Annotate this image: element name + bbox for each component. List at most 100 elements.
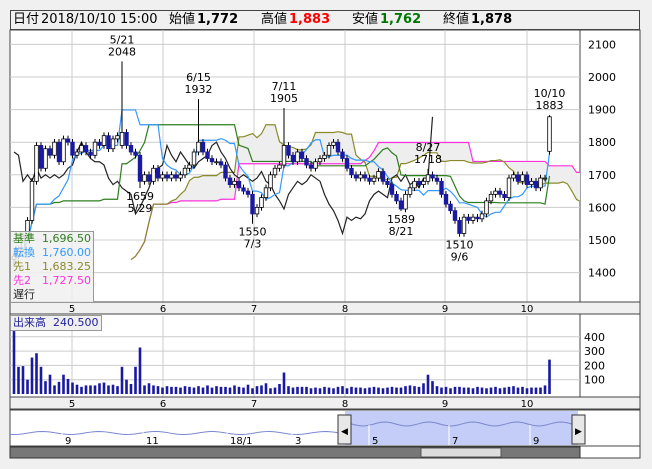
volume-bar bbox=[197, 386, 200, 394]
month-label: 7 bbox=[251, 304, 257, 315]
month-label: 5 bbox=[69, 304, 75, 315]
candle bbox=[245, 190, 251, 195]
candle bbox=[412, 180, 417, 189]
volume-bar bbox=[390, 386, 394, 394]
legend-label: 基準 bbox=[13, 232, 35, 245]
month-label: 9 bbox=[442, 304, 448, 315]
candle bbox=[38, 145, 44, 169]
volume-bar bbox=[156, 386, 160, 394]
volume-bar bbox=[539, 387, 542, 394]
navigator-label: 7 bbox=[452, 436, 458, 447]
candle bbox=[263, 187, 269, 199]
candle bbox=[281, 145, 287, 166]
volume-bar bbox=[102, 382, 106, 394]
candle bbox=[304, 158, 309, 166]
candle bbox=[461, 216, 467, 234]
chart-canvas[interactable]: 5/21204816595/296/15193215507/37/1119051… bbox=[0, 0, 652, 469]
volume-bar bbox=[341, 386, 344, 394]
volume-bar bbox=[296, 386, 299, 394]
volume-bar bbox=[255, 386, 259, 394]
candle bbox=[128, 145, 134, 153]
candle bbox=[362, 174, 368, 179]
price-annotation: 1883 bbox=[536, 99, 564, 112]
navigator-label: 5 bbox=[372, 436, 378, 447]
volume-bar bbox=[219, 386, 223, 394]
candle bbox=[173, 174, 179, 179]
volume-tick-label: 300 bbox=[584, 345, 605, 358]
candle bbox=[137, 154, 143, 182]
candle bbox=[259, 197, 264, 208]
volume-bar bbox=[345, 388, 349, 394]
volume-bar bbox=[251, 388, 254, 394]
candle bbox=[470, 216, 476, 221]
volume-bar bbox=[161, 387, 164, 394]
price-annotation: 1718 bbox=[414, 153, 442, 166]
volume-bar bbox=[125, 379, 128, 394]
volume-bar bbox=[489, 387, 493, 394]
price-annotation: 8/21 bbox=[389, 225, 414, 238]
volume-tick-label: 200 bbox=[584, 359, 605, 372]
candle bbox=[479, 213, 485, 220]
legend-kijun: 基準 1,696.50 bbox=[11, 232, 93, 246]
volume-bar bbox=[354, 387, 358, 394]
candle bbox=[385, 180, 390, 185]
candle bbox=[349, 167, 354, 176]
volume-bar bbox=[381, 388, 385, 394]
candle bbox=[43, 148, 48, 169]
candle bbox=[353, 174, 359, 179]
candle bbox=[92, 141, 98, 156]
volume-bar bbox=[89, 385, 92, 394]
candle bbox=[286, 145, 291, 156]
volume-bar bbox=[278, 383, 281, 394]
candle bbox=[47, 148, 53, 156]
volume-bar bbox=[174, 386, 178, 394]
volume-bar bbox=[440, 387, 443, 394]
volume-bar bbox=[57, 381, 61, 394]
scrollbar-thumb[interactable] bbox=[420, 447, 502, 458]
volume-bar bbox=[300, 386, 304, 394]
candle bbox=[223, 164, 228, 179]
volume-bar bbox=[543, 385, 547, 394]
volume-bar bbox=[53, 385, 56, 394]
legend-senkou-a: 先1 1,683.25 bbox=[11, 260, 93, 274]
volume-bar bbox=[98, 383, 101, 394]
volume-bar bbox=[21, 366, 25, 394]
volume-bar bbox=[170, 386, 173, 394]
legend-senkou-b: 先2 1,727.50 bbox=[11, 274, 93, 288]
candle bbox=[398, 200, 404, 210]
volume-bar bbox=[206, 385, 209, 394]
candle bbox=[133, 151, 138, 156]
candle bbox=[511, 174, 516, 179]
navigator-label: 9 bbox=[533, 436, 539, 447]
volume-bar bbox=[93, 385, 97, 394]
navigator-label: 3 bbox=[295, 436, 301, 447]
volume-bar bbox=[512, 386, 515, 394]
navigator-label: 11 bbox=[146, 436, 159, 447]
volume-bar bbox=[350, 386, 353, 394]
volume-bar bbox=[75, 384, 79, 394]
volume-bar bbox=[485, 388, 488, 394]
month-label: 10 bbox=[521, 304, 534, 315]
candle bbox=[142, 174, 147, 182]
candle bbox=[313, 161, 318, 169]
candle bbox=[218, 161, 224, 166]
volume-bar bbox=[426, 374, 430, 394]
candle bbox=[101, 135, 107, 146]
candle bbox=[493, 190, 498, 195]
volume-bar bbox=[507, 386, 511, 394]
candle bbox=[277, 164, 282, 169]
candle bbox=[191, 151, 197, 166]
price-tick-label: 1500 bbox=[588, 234, 616, 247]
volume-bar bbox=[314, 387, 317, 394]
candle bbox=[160, 174, 165, 179]
volume-bar bbox=[494, 386, 497, 394]
price-annotation: 1905 bbox=[270, 92, 298, 105]
candle bbox=[425, 174, 431, 182]
candle bbox=[326, 145, 332, 156]
volume-bar bbox=[453, 386, 457, 394]
legend-chikou: 遅行 bbox=[11, 288, 93, 302]
volume-bar bbox=[449, 388, 452, 394]
volume-bar bbox=[372, 386, 376, 394]
candle bbox=[74, 151, 80, 156]
volume-bar bbox=[503, 387, 506, 394]
